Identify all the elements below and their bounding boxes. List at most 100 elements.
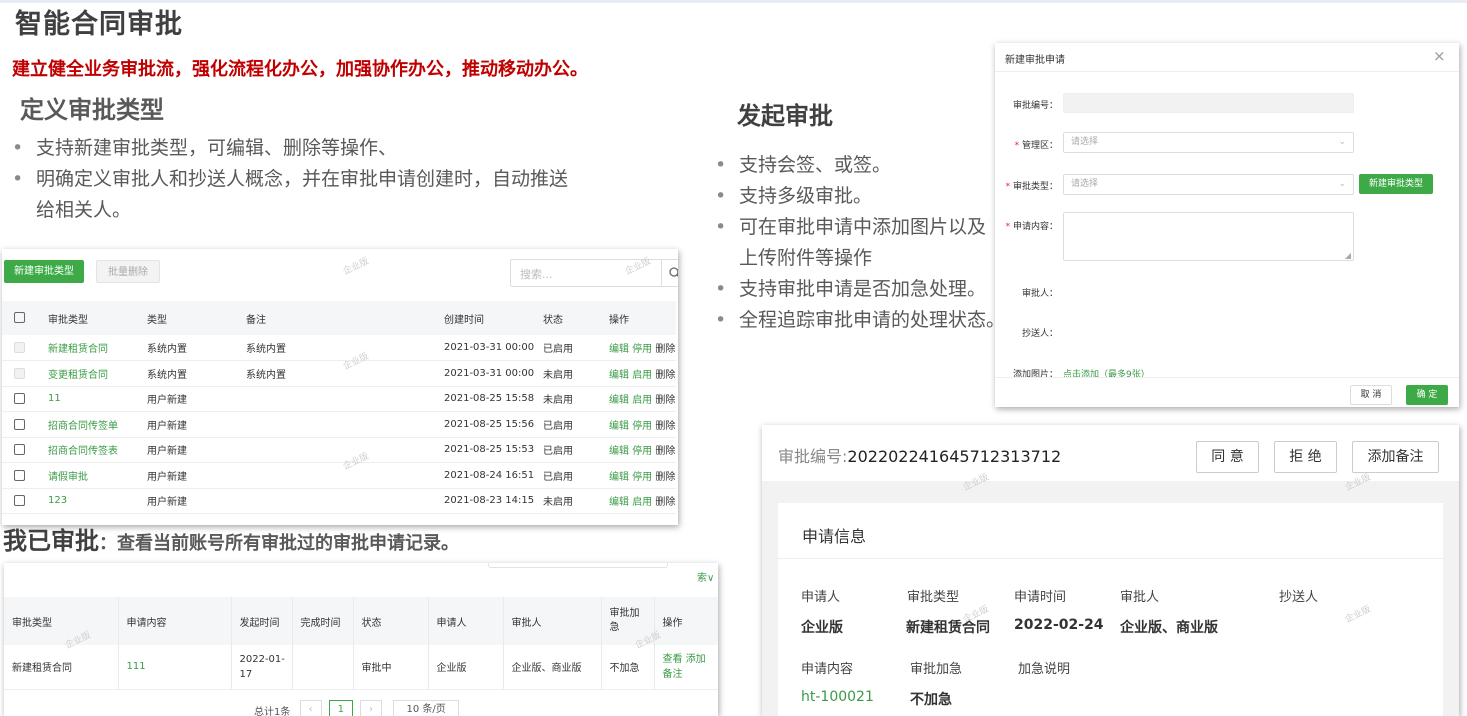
approval-type-link[interactable]: 变更租赁合同 [40,360,139,387]
pager-prev-button[interactable]: ‹ [299,700,322,716]
type-placeholder: 请选择 [1071,179,1099,189]
col-status: 状态 [535,301,601,335]
launch-bullet-3: 可在审批申请中添加图片以及上传附件等操作 [715,212,1015,274]
delete-link[interactable]: 删除 [655,344,675,355]
batch-delete-button[interactable]: 批量删除 [96,260,160,283]
content-textarea[interactable]: ◢ [1063,212,1354,261]
cancel-button[interactable]: 取 消 [1350,385,1392,405]
cell-actions: 编辑 启用 删除 [601,386,676,412]
new-approval-type-button[interactable]: 新建审批类型 [1359,174,1433,194]
search-placeholder: 搜索... [520,268,553,281]
cell-actions: 查看 添加 备注 [654,645,718,690]
chevron-down-icon: ∨ [707,573,715,584]
cell-kind: 用户新建 [139,488,238,514]
delete-link[interactable]: 删除 [655,446,675,457]
table-header-row: 审批类型 类型 备注 创建时间 状态 操作 [2,301,676,335]
select-all-checkbox[interactable] [14,312,25,324]
toggle-link[interactable]: 停用 [632,446,652,457]
table-row: 请假审批 用户新建 2021-08-24 16:51 已启用 编辑 停用 删除 [2,462,676,489]
approval-type-link[interactable]: 新建租赁合同 [40,335,139,361]
cell-status: 已启用 [535,437,601,463]
label-apply-time: 申请时间 [1014,590,1067,605]
resize-handle-icon[interactable]: ◢ [1345,252,1351,260]
row-checkbox[interactable] [14,469,25,481]
cell-actions: 编辑 启用 删除 [601,360,676,387]
content-link[interactable]: ht-100021 [801,689,874,705]
toggle-link[interactable]: 停用 [632,421,652,432]
cell-content-link[interactable]: 111 [118,645,232,690]
edit-link[interactable]: 编辑 [609,472,629,483]
reject-button[interactable]: 拒 绝 [1274,441,1337,473]
edit-link[interactable]: 编辑 [609,446,629,457]
pager-page-1[interactable]: 1 [328,700,353,716]
launch-bullet-5: 全程追踪审批申请的处理状态。 [715,305,1015,336]
edit-link[interactable]: 编辑 [609,370,629,381]
close-icon[interactable]: × [1433,47,1446,65]
pager-next-button[interactable]: › [359,700,382,716]
cell-actions: 编辑 停用 删除 [601,411,676,438]
define-bullet-2-line2: 给相关人。 [36,199,132,221]
area-select[interactable]: 请选择 ⌄ [1063,132,1354,153]
label-cc: 抄送人 [1279,590,1319,605]
cell-kind: 用户新建 [139,462,238,489]
row-checkbox[interactable] [14,393,25,404]
area-placeholder: 请选择 [1071,137,1099,147]
search-input-fragment[interactable] [488,563,668,568]
view-link[interactable]: 查看 [663,654,683,665]
page-size-select[interactable]: 10 条/页 [393,700,460,716]
define-bullets: 支持新建审批类型，可编辑、删除等操作、 明确定义审批人和抄送人概念，并在审批申请… [12,133,652,226]
approval-type-link[interactable]: 招商合同传签表 [40,437,139,463]
delete-link[interactable]: 删除 [655,395,675,406]
edit-link[interactable]: 编辑 [609,344,629,355]
agree-button[interactable]: 同 意 [1196,441,1259,473]
row-checkbox[interactable] [14,495,25,506]
pager-total: 总计1条 [254,706,291,716]
search-link-text: 索 [697,573,707,584]
page-title: 智能合同审批 [15,9,183,40]
row-checkbox-cell [2,437,40,463]
approval-type-link[interactable]: 11 [40,386,139,412]
cell-urgent: 不加急 [601,645,655,690]
col-type-name: 审批类型 [40,301,139,335]
search-link-fragment[interactable]: 索∨ [697,569,714,584]
cell-note [238,386,436,412]
row-checkbox[interactable] [14,367,25,379]
approval-type-link[interactable]: 请假审批 [40,462,139,489]
search-divider [661,260,662,286]
delete-link[interactable]: 删除 [655,421,675,432]
edit-link[interactable]: 编辑 [609,497,629,508]
toggle-link[interactable]: 启用 [632,497,652,508]
approval-type-link[interactable]: 123 [40,488,139,514]
approval-type-link[interactable]: 招商合同传签单 [40,411,139,438]
add-link[interactable]: 添加 [686,654,706,665]
delete-link[interactable]: 删除 [655,370,675,381]
table-row: 新建租赁合同 111 2022-01- 17 审批中 企业版 企业版、商业版 不加… [4,645,718,690]
col-actions: 操作 [601,301,676,335]
new-approval-type-button[interactable]: 新建审批类型 [4,260,84,283]
cell-actions: 编辑 停用 删除 [601,437,676,463]
delete-link[interactable]: 删除 [655,472,675,483]
confirm-button[interactable]: 确 定 [1406,385,1448,405]
row-checkbox[interactable] [14,341,25,353]
cell-status: 未启用 [535,360,601,387]
toggle-link[interactable]: 启用 [632,370,652,381]
delete-link[interactable]: 删除 [655,497,675,508]
add-images-link[interactable]: 点击添加（最多9张） [1063,367,1150,380]
cell-start-line1: 2022-01- [239,653,285,665]
toggle-link[interactable]: 启用 [632,395,652,406]
edit-link[interactable]: 编辑 [609,421,629,432]
type-select[interactable]: 请选择 ⌄ [1063,174,1354,195]
row-checkbox[interactable] [14,444,25,455]
search-icon[interactable] [669,267,678,279]
launch-bullet-2: 支持多级审批。 [715,181,1015,212]
toggle-link[interactable]: 停用 [632,472,652,483]
add-note-button[interactable]: 添加备注 [1352,441,1439,473]
cell-kind: 用户新建 [139,437,238,463]
note-link[interactable]: 备注 [663,669,683,680]
row-checkbox[interactable] [14,418,25,430]
edit-link[interactable]: 编辑 [609,395,629,406]
search-input[interactable]: 搜索... [510,259,678,287]
cell-applicant: 企业版 [428,645,504,690]
toggle-link[interactable]: 停用 [632,344,652,355]
approved-records-panel: 索∨ 审批类型 申请内容 发起时间 完成时间 状态 申请人 审批人 审批加急 操… [4,563,718,716]
